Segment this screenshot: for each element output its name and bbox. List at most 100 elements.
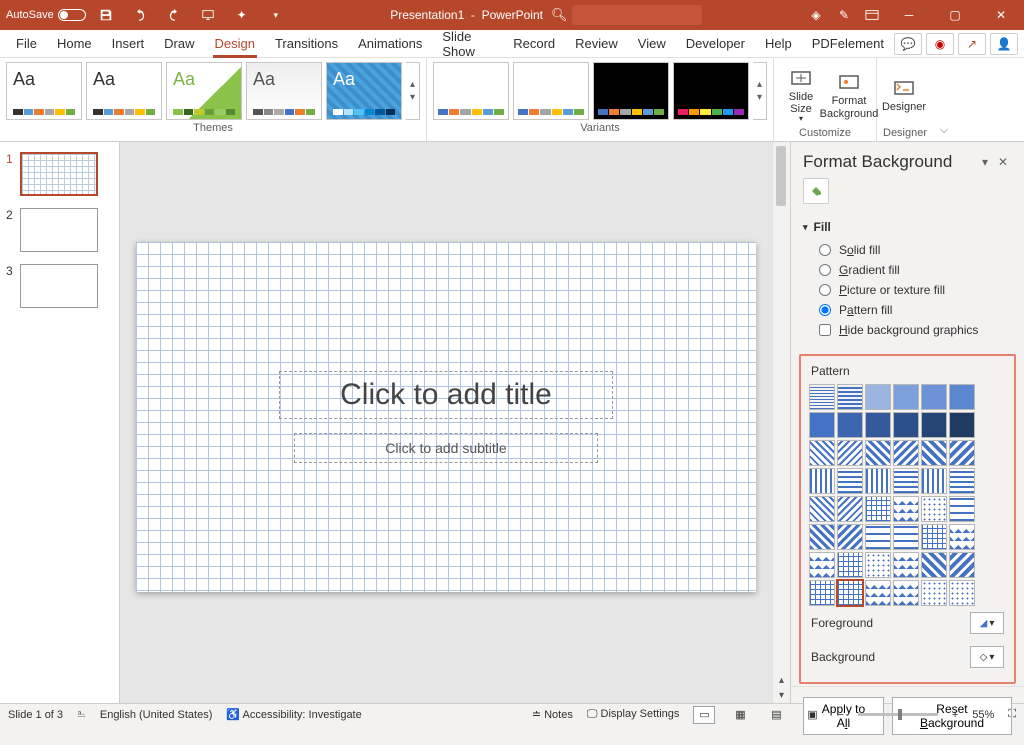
pattern-swatch[interactable] xyxy=(949,384,975,410)
slide-size-button[interactable]: Slide Size ▾ xyxy=(780,62,822,125)
variant-thumb[interactable] xyxy=(513,62,589,120)
tab-file[interactable]: File xyxy=(6,30,47,58)
display-settings-button[interactable]: 🖵 Display Settings xyxy=(587,708,680,721)
slideshow-view-icon[interactable]: ▣ xyxy=(801,706,823,724)
redo-icon[interactable] xyxy=(160,0,188,30)
tab-review[interactable]: Review xyxy=(565,30,628,58)
scroll-up-icon[interactable]: ▴ xyxy=(773,675,790,686)
save-icon[interactable] xyxy=(92,0,120,30)
pattern-fill-radio[interactable]: Pattern fill xyxy=(819,300,1008,320)
tab-slideshow[interactable]: Slide Show xyxy=(432,30,503,58)
foreground-color-button[interactable]: ◢▾ xyxy=(970,612,1004,634)
background-color-button[interactable]: ◇▾ xyxy=(970,646,1004,668)
variant-thumb[interactable] xyxy=(593,62,669,120)
toggle-off-icon[interactable] xyxy=(58,9,86,21)
pattern-swatch[interactable] xyxy=(837,412,863,438)
theme-thumb[interactable]: Aa xyxy=(86,62,162,120)
tab-home[interactable]: Home xyxy=(47,30,102,58)
themes-more-button[interactable]: ▴▾ xyxy=(406,62,420,120)
pattern-swatch[interactable] xyxy=(893,412,919,438)
pattern-swatch[interactable] xyxy=(921,552,947,578)
pattern-swatch[interactable] xyxy=(837,384,863,410)
picture-fill-radio[interactable]: Picture or texture fill xyxy=(819,280,1008,300)
pattern-swatch[interactable] xyxy=(949,440,975,466)
notes-button[interactable]: ≐ Notes xyxy=(532,708,573,721)
pattern-swatch[interactable] xyxy=(865,412,891,438)
pattern-swatch[interactable] xyxy=(837,468,863,494)
ribbon-display-icon[interactable] xyxy=(858,0,886,30)
tab-view[interactable]: View xyxy=(628,30,676,58)
scroll-down-icon[interactable]: ▾ xyxy=(773,690,790,701)
pattern-swatch[interactable] xyxy=(921,496,947,522)
pattern-swatch[interactable] xyxy=(809,412,835,438)
maximize-button[interactable]: ▢ xyxy=(932,0,978,30)
pattern-swatch[interactable] xyxy=(809,440,835,466)
tab-animations[interactable]: Animations xyxy=(348,30,432,58)
pane-options-icon[interactable]: ▾ xyxy=(976,155,994,169)
comments-icon[interactable]: 💬 xyxy=(894,33,922,55)
pane-close-icon[interactable]: ✕ xyxy=(994,155,1012,169)
accessibility-status[interactable]: ♿ Accessibility: Investigate xyxy=(226,708,361,721)
pattern-swatch[interactable] xyxy=(809,524,835,550)
solid-fill-radio[interactable]: Solid fill xyxy=(819,240,1008,260)
sorter-view-icon[interactable]: ▦ xyxy=(729,706,751,724)
collapse-ribbon-button[interactable]: ⌵ xyxy=(933,58,955,141)
slide-thumb-3[interactable]: 3 xyxy=(0,262,119,318)
pattern-swatch[interactable] xyxy=(893,496,919,522)
pattern-swatch[interactable] xyxy=(865,496,891,522)
tab-developer[interactable]: Developer xyxy=(676,30,755,58)
search-icon[interactable]: 🔍︎ xyxy=(551,7,568,23)
tab-design[interactable]: Design xyxy=(205,30,265,58)
reading-view-icon[interactable]: ▤ xyxy=(765,706,787,724)
slide-thumb-2[interactable]: 2 xyxy=(0,206,119,262)
pattern-swatch[interactable] xyxy=(921,580,947,606)
pattern-swatch[interactable] xyxy=(949,552,975,578)
pattern-swatch[interactable] xyxy=(865,384,891,410)
theme-thumb[interactable]: Aa xyxy=(6,62,82,120)
zoom-out-button[interactable]: − xyxy=(837,709,843,721)
account-icon[interactable]: 👤 xyxy=(990,33,1018,55)
pattern-swatch[interactable] xyxy=(809,580,835,606)
slide-editor[interactable]: Click to add title Click to add subtitle xyxy=(120,142,772,703)
pattern-swatch[interactable] xyxy=(837,440,863,466)
pattern-swatch[interactable] xyxy=(949,524,975,550)
tab-transitions[interactable]: Transitions xyxy=(265,30,348,58)
tab-draw[interactable]: Draw xyxy=(154,30,204,58)
pattern-swatch[interactable] xyxy=(893,524,919,550)
pattern-swatch[interactable] xyxy=(949,496,975,522)
slide-canvas[interactable]: Click to add title Click to add subtitle xyxy=(136,242,756,592)
variant-thumb[interactable] xyxy=(673,62,749,120)
diamond-icon[interactable]: ◈ xyxy=(802,0,830,30)
fit-to-window-icon[interactable]: ⛶ xyxy=(1008,708,1016,721)
pattern-swatch[interactable] xyxy=(949,412,975,438)
pattern-swatch[interactable] xyxy=(865,580,891,606)
pattern-swatch[interactable] xyxy=(837,552,863,578)
close-button[interactable]: ✕ xyxy=(978,0,1024,30)
theme-thumb[interactable]: Aa xyxy=(166,62,242,120)
qat-more-icon[interactable]: ▾ xyxy=(262,0,290,30)
pattern-swatch[interactable] xyxy=(809,552,835,578)
subtitle-placeholder[interactable]: Click to add subtitle xyxy=(294,433,597,463)
vertical-scrollbar[interactable]: ▴▾ xyxy=(772,142,790,703)
present-icon[interactable] xyxy=(194,0,222,30)
pattern-swatch[interactable] xyxy=(893,580,919,606)
search-input[interactable] xyxy=(572,5,702,25)
slide-thumb-1[interactable]: 1 xyxy=(0,150,119,206)
pattern-swatch[interactable] xyxy=(921,468,947,494)
theme-thumb[interactable]: Aa xyxy=(246,62,322,120)
pattern-swatch[interactable] xyxy=(921,384,947,410)
normal-view-icon[interactable]: ▭ xyxy=(693,706,715,724)
spellcheck-icon[interactable]: ⎁ xyxy=(77,708,86,721)
language-status[interactable]: English (United States) xyxy=(100,709,213,721)
pattern-swatch[interactable] xyxy=(865,552,891,578)
pattern-swatch[interactable] xyxy=(921,440,947,466)
variants-more-button[interactable]: ▴▾ xyxy=(753,62,767,120)
pattern-swatch[interactable] xyxy=(865,468,891,494)
pattern-swatch[interactable] xyxy=(865,524,891,550)
pattern-swatch[interactable] xyxy=(809,468,835,494)
autosave-toggle[interactable]: AutoSave xyxy=(6,9,86,21)
pattern-swatch[interactable] xyxy=(837,496,863,522)
gradient-fill-radio[interactable]: Gradient fill xyxy=(819,260,1008,280)
variant-thumb[interactable] xyxy=(433,62,509,120)
pattern-swatch-selected[interactable] xyxy=(837,580,863,606)
